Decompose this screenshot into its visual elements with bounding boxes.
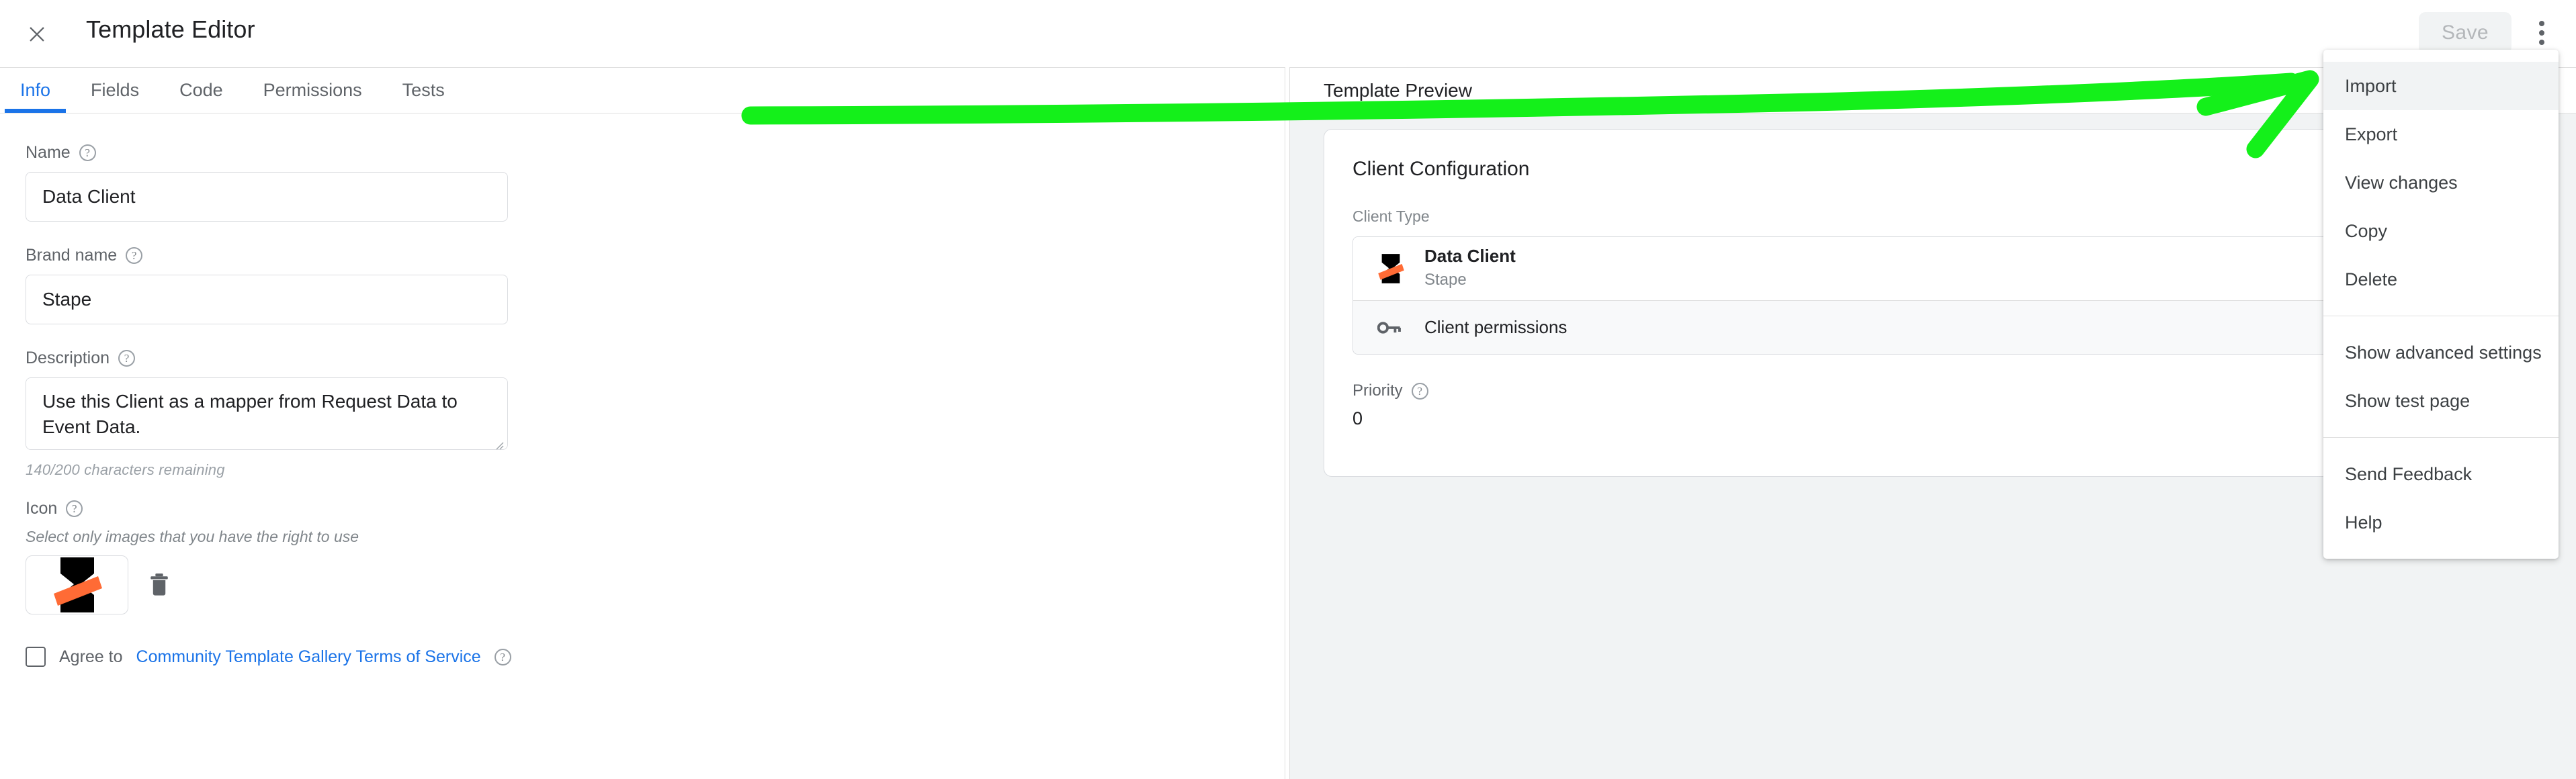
tab-tests-label: Tests [402,79,445,100]
menu-item-show-advanced-settings[interactable]: Show advanced settings [2323,328,2559,377]
menu-item-show-test-page[interactable]: Show test page [2323,377,2559,425]
kebab-dot [2539,40,2544,45]
icon-label: Icon [26,499,58,518]
stape-logo-icon [53,557,102,612]
preview-title: Template Preview [1324,79,1472,101]
help-icon[interactable]: ? [494,648,511,666]
help-icon[interactable]: ? [79,144,96,161]
tab-permissions-label: Permissions [263,79,362,100]
character-counter: 140/200 characters remaining [26,461,225,478]
tab-info-label: Info [20,79,51,100]
tab-bar: Info Fields Code Permissions Tests [0,67,1285,113]
list-item-data-client[interactable]: Data Client Stape [1353,237,2477,300]
tab-fields[interactable]: Fields [71,67,159,113]
close-icon-glyph [30,27,44,42]
icon-usage-hint: Select only images that you have the rig… [26,528,359,545]
tab-code[interactable]: Code [159,67,243,113]
info-form: Name ? Brand name ? Description ? Use th… [0,113,1285,779]
list-item-title: Client permissions [1424,317,1568,337]
tab-fields-label: Fields [91,79,140,100]
name-field-group: Name ? [26,143,1285,222]
menu-item-export[interactable]: Export [2323,110,2559,158]
icon-label-row: Icon ? [26,499,1285,518]
terms-of-service-link[interactable]: Community Template Gallery Terms of Serv… [136,647,481,667]
brand-name-field-group: Brand name ? [26,246,1285,324]
help-icon[interactable]: ? [66,500,83,517]
icon-thumbnail[interactable] [26,555,128,614]
list-item-client-permissions[interactable]: Client permissions [1353,300,2477,354]
row-text-wrap: Client permissions [1424,317,1567,338]
client-type-list: Data Client Stape Client permissions [1353,236,2477,355]
name-label: Name [26,143,71,162]
brand-name-label: Brand name [26,246,118,265]
tab-permissions[interactable]: Permissions [243,67,382,113]
kebab-dot [2539,30,2544,36]
close-icon[interactable] [26,23,48,46]
help-icon[interactable]: ? [126,247,143,264]
row-icon-wrap [1377,320,1418,336]
tab-code-label: Code [179,79,223,100]
name-label-row: Name ? [26,143,1285,163]
menu-item-copy[interactable]: Copy [2323,207,2559,255]
brand-name-label-row: Brand name ? [26,246,1285,265]
menu-item-help[interactable]: Help [2323,498,2559,547]
description-field-group: Description ? Use this Client as a mappe… [26,349,1285,479]
icon-field-group: Icon ? Select only images that you have … [26,499,1285,614]
menu-item-view-changes[interactable]: View changes [2323,158,2559,207]
terms-checkbox[interactable] [26,647,46,667]
top-bar: Template Editor Save [0,0,2576,67]
help-icon[interactable]: ? [1411,382,1428,400]
name-input[interactable] [26,172,508,222]
list-item-title: Data Client [1424,246,1516,267]
description-label-row: Description ? [26,349,1285,368]
list-item-subtitle: Stape [1424,271,1467,289]
overflow-menu: Import Export View changes Copy Delete S… [2323,50,2559,559]
template-editor-window: Template Editor Save Info Fields Code Pe… [0,0,2576,779]
description-textarea-wrap: Use this Client as a mapper from Request… [26,377,508,453]
kebab-dot [2539,21,2544,26]
menu-item-send-feedback[interactable]: Send Feedback [2323,450,2559,498]
icon-preview-row [26,555,1285,614]
priority-label: Priority [1353,381,1403,400]
menu-separator [2323,437,2559,438]
brand-name-input[interactable] [26,275,508,324]
stape-logo-icon [1378,254,1404,283]
more-vert-icon[interactable] [2526,17,2557,48]
terms-prefix-label: Agree to [59,647,123,666]
menu-item-import[interactable]: Import [2323,62,2559,110]
row-icon-wrap [1377,253,1418,284]
tab-tests[interactable]: Tests [382,67,465,113]
page-title: Template Editor [86,15,255,43]
save-button[interactable]: Save [2419,12,2511,54]
help-icon[interactable]: ? [118,350,136,367]
delete-icon-button[interactable] [140,566,178,604]
pane-divider[interactable] [1285,67,1290,779]
key-icon [1377,321,1401,334]
description-label: Description [26,349,110,367]
tab-info[interactable]: Info [0,67,71,113]
menu-item-delete[interactable]: Delete [2323,255,2559,304]
terms-agreement-row: Agree to Community Template Gallery Term… [26,647,1285,667]
trash-icon [151,574,168,596]
description-textarea[interactable]: Use this Client as a mapper from Request… [26,377,508,450]
row-text-wrap: Data Client Stape [1424,246,1516,291]
